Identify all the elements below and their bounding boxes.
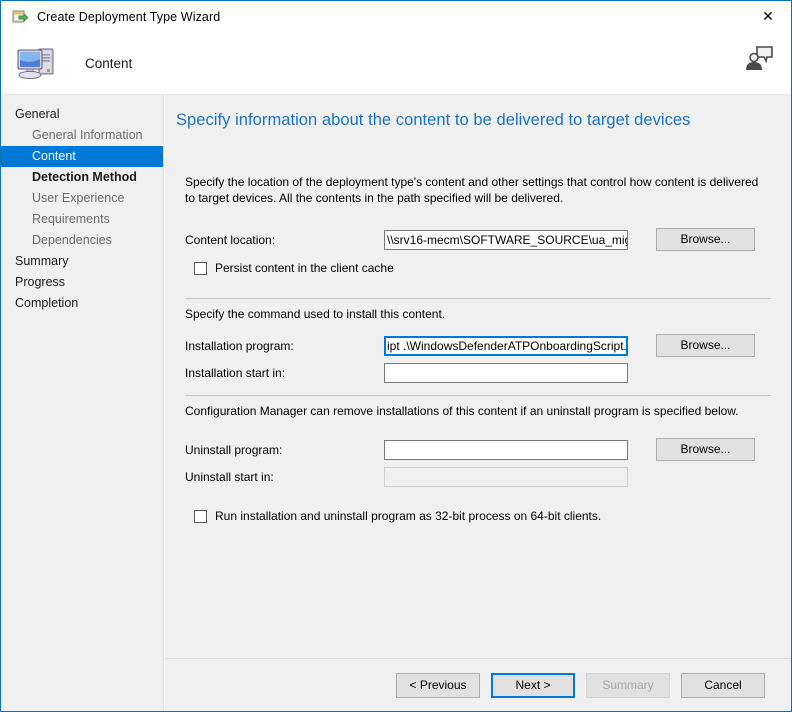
installation-program-browse-button[interactable]: Browse... [656,334,755,357]
feedback-person-icon[interactable] [744,44,774,72]
computer-icon [15,43,59,83]
installation-program-label: Installation program: [185,338,294,353]
persist-content-label: Persist content in the client cache [215,261,394,275]
run-32bit-checkbox[interactable] [194,509,207,523]
sidebar-item-dependencies[interactable]: Dependencies [1,230,163,251]
sidebar-item-progress[interactable]: Progress [1,272,163,293]
sidebar-item-requirements[interactable]: Requirements [1,209,163,230]
sidebar-item-completion[interactable]: Completion [1,293,163,314]
uninstall-start-in-input [384,467,628,487]
content-location-label: Content location: [185,232,276,247]
content-location-row: Content location: \\srv16-mecm\SOFTWARE_… [185,228,771,251]
uninstall-program-browse-button[interactable]: Browse... [656,438,755,461]
wizard-footer: < Previous Next > Summary Cancel [165,658,791,711]
divider-install [185,298,771,299]
sidebar-item-detection-method[interactable]: Detection Method [1,167,163,188]
page-title: Content [85,55,133,71]
sidebar-item-general[interactable]: General [1,104,163,125]
uninstall-start-in-label: Uninstall start in: [185,470,274,484]
wizard-window: Create Deployment Type Wizard ✕ Content … [0,0,792,712]
installation-program-input[interactable]: ipt .\WindowsDefenderATPOnboardingScript… [384,335,628,356]
close-icon[interactable]: ✕ [745,1,791,31]
uninstall-program-label: Uninstall program: [185,442,283,457]
divider-uninstall [185,395,771,396]
run-32bit-label: Run installation and uninstall program a… [215,509,602,523]
wizard-icon [12,9,29,25]
wizard-main-panel: Specify information about the content to… [164,94,791,711]
next-button[interactable]: Next > [491,672,575,698]
persist-content-checkbox[interactable] [194,261,207,275]
sidebar-item-general-information[interactable]: General Information [1,125,163,146]
intro-text: Specify the location of the deployment t… [185,175,759,205]
installation-program-value: ipt .\WindowsDefenderATPOnboardingScript… [387,338,628,353]
installation-program-row: Installation program: ipt .\WindowsDefen… [185,334,771,357]
installation-start-in-row: Installation start in: [185,363,771,383]
installation-start-in-input[interactable] [384,363,628,383]
content-location-browse-button[interactable]: Browse... [656,228,755,251]
content-heading: Specify information about the content to… [176,111,691,129]
run-32bit-checkbox-row[interactable]: Run installation and uninstall program a… [185,509,771,523]
content-form: Specify the location of the deployment t… [165,174,791,523]
installation-start-in-label: Installation start in: [185,366,286,380]
wizard-content-area: Specify information about the content to… [165,95,791,658]
uninstall-start-in-row: Uninstall start in: [185,467,771,487]
install-note: Specify the command used to install this… [185,307,446,321]
sidebar-item-user-experience[interactable]: User Experience [1,188,163,209]
wizard-sidebar: General General Information Content Dete… [1,94,164,711]
uninstall-program-input[interactable] [384,439,628,460]
content-location-input[interactable]: \\srv16-mecm\SOFTWARE_SOURCE\ua_migrate [384,229,628,250]
summary-button: Summary [586,672,670,698]
cancel-button[interactable]: Cancel [681,672,765,698]
previous-button[interactable]: < Previous [396,672,480,698]
wizard-header: Content [1,32,791,94]
wizard-body: General General Information Content Dete… [1,94,791,711]
uninstall-program-row: Uninstall program: Browse... [185,438,771,461]
uninstall-note: Configuration Manager can remove install… [185,404,739,418]
sidebar-item-summary[interactable]: Summary [1,251,163,272]
sidebar-item-content[interactable]: Content [1,146,163,167]
persist-content-checkbox-row[interactable]: Persist content in the client cache [185,261,771,275]
title-bar: Create Deployment Type Wizard ✕ [1,1,791,32]
window-title: Create Deployment Type Wizard [37,9,221,24]
